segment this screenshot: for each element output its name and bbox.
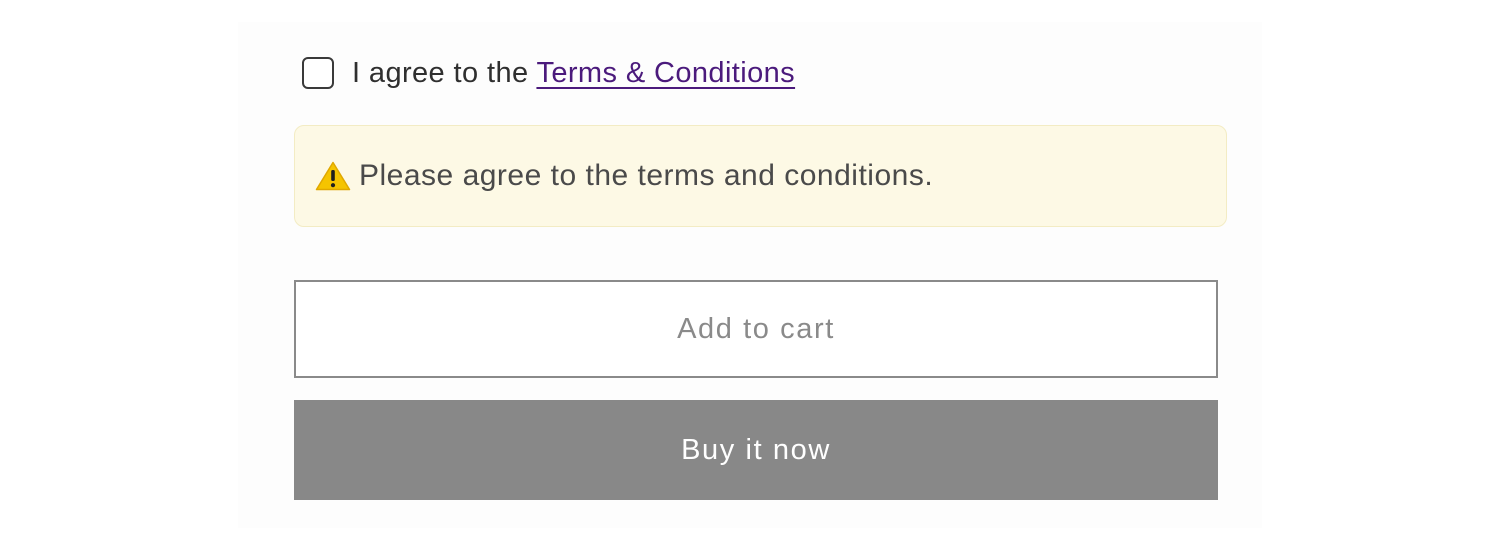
buy-it-now-button[interactable]: Buy it now: [294, 400, 1218, 500]
terms-checkbox[interactable]: [302, 57, 334, 89]
terms-label: I agree to the Terms & Conditions: [352, 57, 795, 90]
add-to-cart-button[interactable]: Add to cart: [294, 280, 1218, 378]
warning-triangle-icon: [315, 161, 351, 191]
terms-agreement-row: I agree to the Terms & Conditions: [302, 52, 795, 94]
warning-text: Please agree to the terms and conditions…: [359, 159, 934, 192]
terms-warning-message: Please agree to the terms and conditions…: [294, 125, 1227, 227]
terms-conditions-link[interactable]: Terms & Conditions: [536, 57, 795, 89]
terms-label-prefix: I agree to the: [352, 56, 537, 89]
